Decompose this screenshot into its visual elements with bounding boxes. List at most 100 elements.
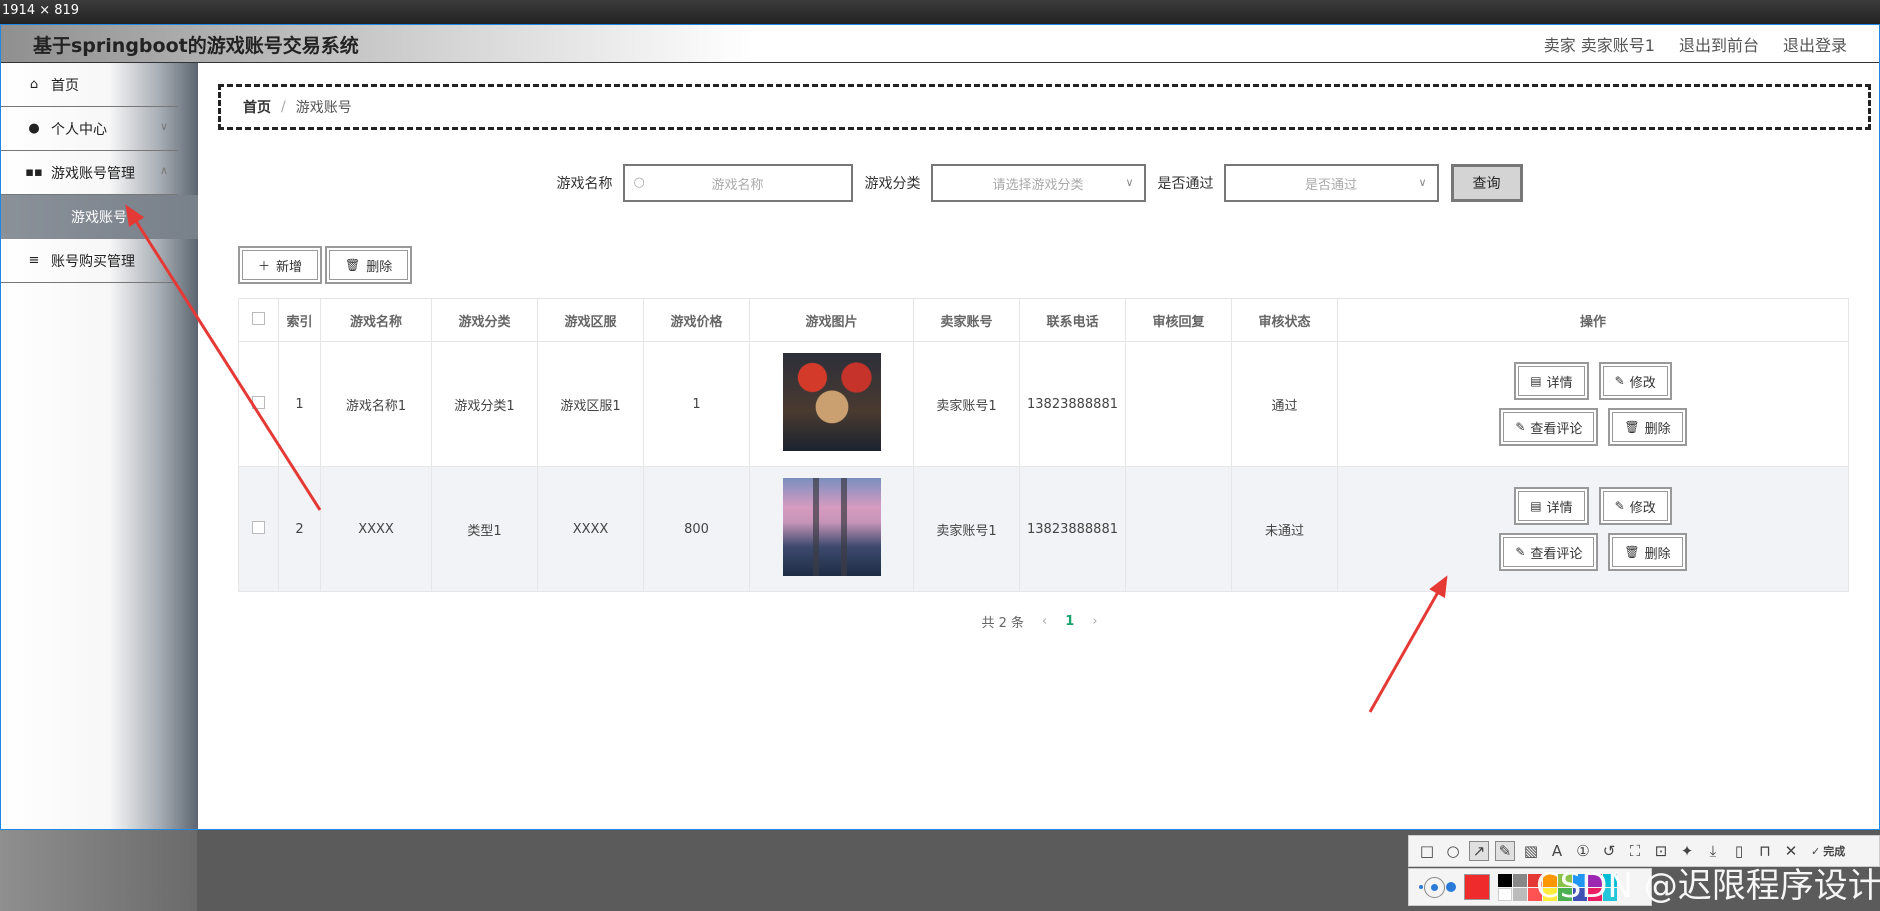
game-thumbnail[interactable] <box>782 353 881 451</box>
color-swatch[interactable] <box>1498 887 1512 901</box>
column-header: 游戏名称 <box>320 298 432 342</box>
done-button[interactable]: ✓ 完成 <box>1811 843 1845 859</box>
cell-price: 800 <box>643 466 750 592</box>
detail-button[interactable]: ▤ 详情 <box>1514 362 1589 400</box>
query-button[interactable]: 查询 <box>1450 164 1523 202</box>
sidebar-item-purchase-mgmt[interactable]: ≡ 账号购买管理 <box>1 239 178 283</box>
trash-icon: 🗑 <box>1624 420 1640 434</box>
sidebar-item-home[interactable]: ⌂ 首页 <box>1 63 178 107</box>
sidebar: ⌂ 首页 ● 个人中心 ∨ ▪▪ 游戏账号管理 ∧ 游戏账号 ≡ 账号购买管理 <box>1 63 198 829</box>
game-account-table: 索引 游戏名称 游戏分类 游戏区服 游戏价格 游戏图片 卖家账号 联系电话 审核… <box>238 298 1849 592</box>
chevron-down-icon: ∨ <box>159 120 168 133</box>
check-icon: ✓ <box>1811 844 1821 858</box>
chevron-down-icon: ∨ <box>1125 176 1134 189</box>
column-header: 卖家账号 <box>913 298 1020 342</box>
column-header: 游戏分类 <box>431 298 538 342</box>
game-category-placeholder: 请选择游戏分类 <box>992 177 1084 193</box>
table-header-row: 索引 游戏名称 游戏分类 游戏区服 游戏价格 游戏图片 卖家账号 联系电话 审核… <box>238 298 1849 342</box>
page-number[interactable]: 1 <box>1065 614 1074 629</box>
row-select-cell[interactable] <box>238 341 279 467</box>
table-row: 1 游戏名称1 游戏分类1 游戏区服1 1 卖家账号1 13823888881 … <box>238 341 1849 467</box>
cell-index: 1 <box>278 341 321 467</box>
sidebar-item-personal-center[interactable]: ● 个人中心 ∨ <box>1 107 178 151</box>
cell-server: 游戏区服1 <box>537 341 644 467</box>
row-actions-top: ▤ 详情 ✎ 修改 <box>1514 487 1672 525</box>
sidebar-subitem-game-account[interactable]: 游戏账号 <box>1 195 198 239</box>
cell-status: 未通过 <box>1231 466 1338 592</box>
view-comments-button[interactable]: ✎ 查看评论 <box>1499 408 1599 446</box>
view-comments-button[interactable]: ✎ 查看评论 <box>1499 533 1599 571</box>
column-header: 审核回复 <box>1125 298 1232 342</box>
row-actions-bottom: ✎ 查看评论 🗑 删除 <box>1499 533 1687 571</box>
cell-index: 2 <box>278 466 321 592</box>
color-swatch[interactable] <box>1513 887 1527 901</box>
pencil-icon: ✎ <box>1614 374 1625 388</box>
grid-icon: ▪▪ <box>25 165 43 180</box>
sidebar-subitem-label: 游戏账号 <box>71 210 127 226</box>
cell-seller: 卖家账号1 <box>913 466 1020 592</box>
passed-select[interactable]: 是否通过 ∨ <box>1223 164 1439 202</box>
logout-link[interactable]: 退出登录 <box>1783 32 1847 56</box>
row-actions-bottom: ✎ 查看评论 🗑 删除 <box>1499 408 1687 446</box>
chevron-down-icon: ∨ <box>1418 176 1427 189</box>
cell-category: 类型1 <box>431 466 538 592</box>
edit-button[interactable]: ✎ 修改 <box>1598 362 1672 400</box>
passed-placeholder: 是否通过 <box>1304 177 1357 193</box>
color-swatch[interactable] <box>1498 873 1512 887</box>
row-checkbox[interactable] <box>252 395 265 409</box>
game-category-select[interactable]: 请选择游戏分类 ∨ <box>930 164 1146 202</box>
table-row: 2 XXXX 类型1 XXXX 800 卖家账号1 13823888881 未通… <box>238 466 1849 592</box>
color-swatch[interactable] <box>1513 873 1527 887</box>
sidebar-item-label: 首页 <box>51 77 79 94</box>
game-thumbnail[interactable] <box>782 478 881 576</box>
cell-status: 通过 <box>1231 341 1338 467</box>
passed-label: 是否通过 <box>1157 176 1214 192</box>
column-header: 游戏价格 <box>643 298 750 342</box>
row-delete-button[interactable]: 🗑 删除 <box>1608 408 1687 446</box>
row-actions: ▤ 详情 ✎ 修改 ✎ 查看评论 🗑 删除 <box>1338 362 1848 446</box>
ellipse-tool-icon[interactable]: ○ <box>1443 841 1463 861</box>
edit-label: 修改 <box>1629 500 1656 516</box>
brush-size-medium[interactable] <box>1424 876 1445 898</box>
edit-button[interactable]: ✎ 修改 <box>1598 487 1672 525</box>
game-name-label: 游戏名称 <box>556 176 613 192</box>
current-user: 卖家 卖家账号1 <box>1543 36 1655 55</box>
select-all-checkbox[interactable] <box>252 311 265 325</box>
cell-seller: 卖家账号1 <box>913 341 1020 467</box>
batch-delete-button[interactable]: 🗑 删除 <box>325 246 413 284</box>
brush-size-large[interactable] <box>1446 882 1456 892</box>
prev-page-button[interactable]: ‹ <box>1042 614 1047 629</box>
row-delete-label: 删除 <box>1644 421 1671 437</box>
current-color-swatch[interactable] <box>1464 874 1490 900</box>
cell-price: 1 <box>643 341 750 467</box>
pen-tool-icon[interactable]: ✎ <box>1495 841 1515 861</box>
next-page-button[interactable]: › <box>1092 614 1097 629</box>
chevron-up-icon: ∧ <box>159 164 168 177</box>
search-bar: 游戏名称 ○ 游戏名称 游戏分类 请选择游戏分类 ∨ 是否通过 是否通过 ∨ 查… <box>198 163 1879 203</box>
breadcrumb-current: 游戏账号 <box>295 100 352 116</box>
row-delete-button[interactable]: 🗑 删除 <box>1608 533 1687 571</box>
rectangle-tool-icon[interactable]: □ <box>1417 841 1437 861</box>
add-button[interactable]: ＋ 新增 <box>238 246 323 284</box>
column-header: 游戏图片 <box>749 298 914 342</box>
select-all-cell[interactable] <box>238 298 279 342</box>
row-checkbox[interactable] <box>252 520 265 534</box>
cell-operations: ▤ 详情 ✎ 修改 ✎ 查看评论 🗑 删除 <box>1337 466 1849 592</box>
arrow-tool-icon[interactable]: ↗ <box>1469 841 1489 861</box>
row-delete-label: 删除 <box>1644 546 1671 562</box>
row-actions: ▤ 详情 ✎ 修改 ✎ 查看评论 🗑 删除 <box>1338 487 1848 571</box>
to-front-link[interactable]: 退出到前台 <box>1679 32 1759 56</box>
detail-button[interactable]: ▤ 详情 <box>1514 487 1589 525</box>
search-icon: ○ <box>633 175 645 190</box>
plus-icon: ＋ <box>258 258 271 273</box>
user-icon: ● <box>28 121 40 136</box>
sidebar-item-game-account-mgmt[interactable]: ▪▪ 游戏账号管理 ∧ <box>1 151 178 195</box>
brush-size-small[interactable] <box>1419 885 1423 889</box>
cell-server: XXXX <box>537 466 644 592</box>
header-links: 卖家 卖家账号1 退出到前台 退出登录 <box>1544 32 1847 56</box>
game-name-input[interactable]: ○ 游戏名称 <box>622 164 853 202</box>
row-actions-top: ▤ 详情 ✎ 修改 <box>1514 362 1672 400</box>
breadcrumb: 首页 / 游戏账号 <box>218 84 1871 130</box>
row-select-cell[interactable] <box>238 466 279 592</box>
breadcrumb-home[interactable]: 首页 <box>243 97 271 117</box>
